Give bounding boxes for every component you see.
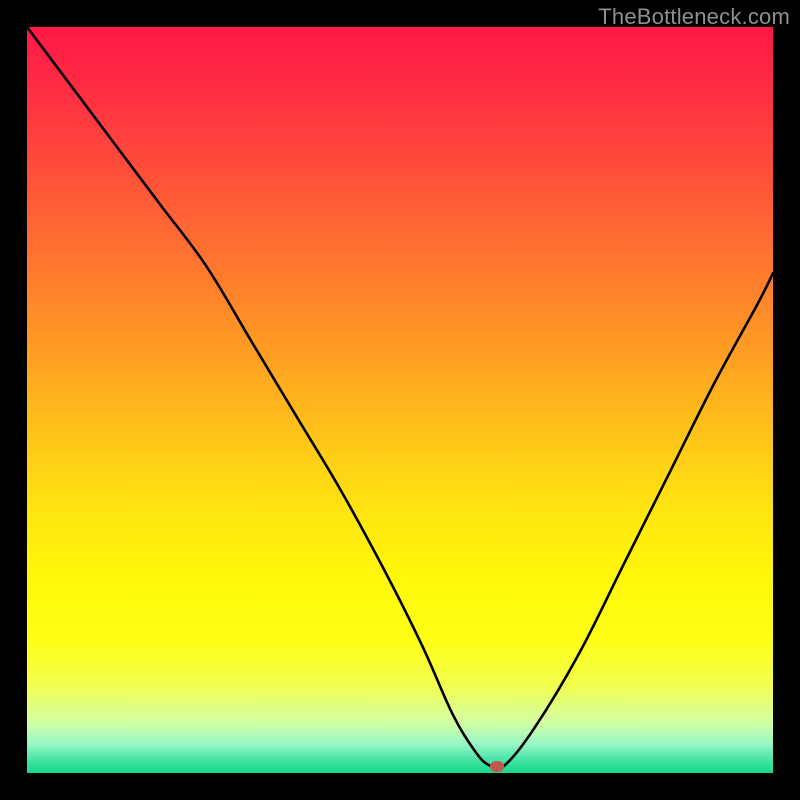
bottleneck-curve xyxy=(27,27,773,769)
min-marker xyxy=(490,761,504,772)
plot-area xyxy=(27,27,773,773)
curve-svg xyxy=(27,27,773,773)
chart-frame: TheBottleneck.com xyxy=(0,0,800,800)
watermark-text: TheBottleneck.com xyxy=(598,4,790,30)
